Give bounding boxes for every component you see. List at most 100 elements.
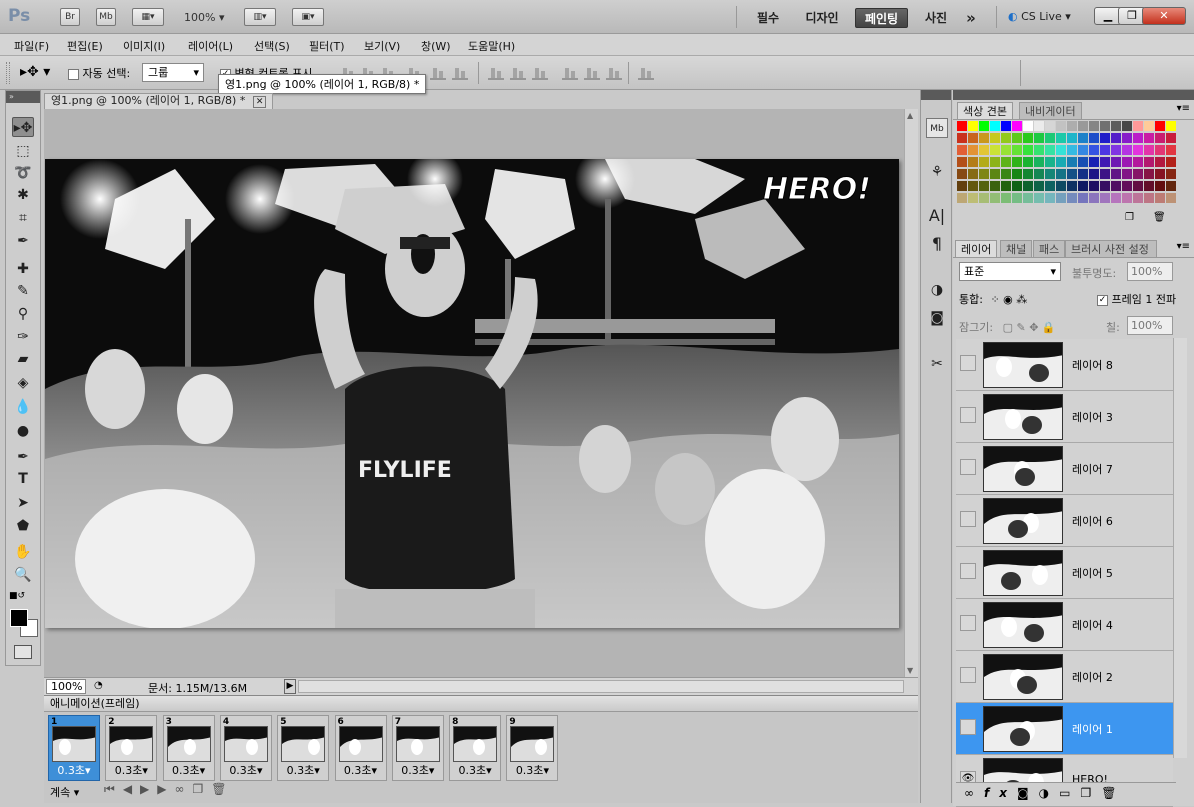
- color-swatch[interactable]: [1045, 145, 1055, 155]
- color-swatch[interactable]: [1023, 157, 1033, 167]
- menu-file[interactable]: 파일(F): [14, 38, 49, 54]
- layer-row[interactable]: 레이어 4: [956, 599, 1173, 651]
- move-tool-icon[interactable]: ▸✥: [12, 117, 34, 137]
- delete-frame-icon[interactable]: 🗑: [211, 782, 234, 796]
- color-swatch[interactable]: [1012, 193, 1022, 203]
- color-swatch[interactable]: [1089, 157, 1099, 167]
- color-swatch[interactable]: [1045, 157, 1055, 167]
- new-swatch-icon[interactable]: ❐: [1125, 212, 1134, 223]
- color-swatch[interactable]: [979, 193, 989, 203]
- add-mask-icon[interactable]: ◙: [1017, 786, 1039, 800]
- color-swatch[interactable]: [990, 169, 1000, 179]
- color-swatch[interactable]: [1056, 193, 1066, 203]
- screen-mode-button[interactable]: ▣▾: [292, 8, 324, 26]
- color-swatch[interactable]: [1067, 157, 1077, 167]
- color-swatch[interactable]: [1089, 169, 1099, 179]
- history-brush-tool-icon[interactable]: ✑: [12, 327, 34, 347]
- tab-swatches[interactable]: 색상 견본: [957, 102, 1013, 119]
- color-swatch[interactable]: [1045, 169, 1055, 179]
- animation-frame[interactable]: 6 0.3초▾: [334, 715, 387, 781]
- clone-source-icon[interactable]: ✂: [926, 354, 948, 374]
- color-swatch[interactable]: [1045, 133, 1055, 143]
- color-swatch[interactable]: [1001, 193, 1011, 203]
- visibility-toggle[interactable]: [960, 511, 976, 527]
- fill-field[interactable]: 100%: [1127, 316, 1173, 335]
- animation-frame[interactable]: 8 0.3초▾: [449, 715, 502, 781]
- zoom-tool-icon[interactable]: 🔍: [12, 565, 34, 585]
- close-window-button[interactable]: ✕: [1142, 7, 1186, 25]
- color-swatch[interactable]: [990, 145, 1000, 155]
- tab-paths[interactable]: 패스: [1033, 240, 1066, 257]
- color-swatch[interactable]: [1122, 193, 1132, 203]
- zoom-field[interactable]: 100%: [46, 679, 86, 694]
- color-swatch[interactable]: [1045, 193, 1055, 203]
- animation-frame[interactable]: 5 0.3초▾: [277, 715, 330, 781]
- eyedropper-tool-icon[interactable]: ✒: [12, 231, 34, 251]
- color-swatch[interactable]: [1078, 145, 1088, 155]
- color-swatch[interactable]: [979, 145, 989, 155]
- masks-icon[interactable]: ◙: [926, 308, 948, 328]
- color-swatch[interactable]: [1001, 181, 1011, 191]
- color-swatch[interactable]: [957, 145, 967, 155]
- lasso-tool-icon[interactable]: ➰: [12, 163, 34, 183]
- visibility-toggle[interactable]: [960, 563, 976, 579]
- color-swatch[interactable]: [1133, 133, 1143, 143]
- color-swatch[interactable]: [1155, 133, 1165, 143]
- auto-align-layers-icon[interactable]: [638, 66, 654, 80]
- document-horizontal-scrollbar[interactable]: [298, 680, 904, 693]
- quick-mask-icon[interactable]: [14, 645, 32, 659]
- color-swatch[interactable]: [968, 157, 978, 167]
- color-swatch[interactable]: [1133, 121, 1143, 131]
- unify-position-icon[interactable]: ⁘: [990, 293, 999, 306]
- unify-visibility-icon[interactable]: ◉: [1003, 293, 1013, 306]
- color-swatch[interactable]: [957, 169, 967, 179]
- lock-transparency-icon[interactable]: ▢: [1003, 321, 1013, 334]
- workspace-painting[interactable]: 페인팅: [855, 8, 908, 28]
- workspace-photography[interactable]: 사진: [918, 8, 954, 28]
- layer-row[interactable]: 레이어 3: [956, 391, 1173, 443]
- tab-channels[interactable]: 채널: [1000, 240, 1033, 257]
- color-swatch[interactable]: [957, 181, 967, 191]
- tools-collapse-icon[interactable]: »: [6, 91, 40, 103]
- bridge-button[interactable]: Br: [60, 8, 80, 26]
- color-swatch[interactable]: [957, 133, 967, 143]
- color-swatch[interactable]: [1166, 133, 1176, 143]
- color-swatch[interactable]: [1155, 193, 1165, 203]
- layer-row[interactable]: 레이어 8: [956, 339, 1173, 391]
- color-swatch[interactable]: [990, 181, 1000, 191]
- marquee-tool-icon[interactable]: ⬚: [12, 141, 34, 161]
- visibility-toggle[interactable]: [960, 459, 976, 475]
- propagate-checkbox[interactable]: ✓: [1097, 294, 1108, 306]
- color-swatch[interactable]: [1166, 181, 1176, 191]
- color-swatch[interactable]: [1034, 169, 1044, 179]
- color-swatch[interactable]: [1111, 133, 1121, 143]
- color-swatch[interactable]: [1100, 193, 1110, 203]
- clone-stamp-tool-icon[interactable]: ⚲: [12, 304, 34, 324]
- color-swatch[interactable]: [1001, 133, 1011, 143]
- color-swatch[interactable]: [1111, 181, 1121, 191]
- brush-tool-icon[interactable]: ✎: [12, 281, 34, 301]
- color-swatch[interactable]: [1034, 193, 1044, 203]
- color-swatch[interactable]: [1144, 169, 1154, 179]
- color-swatch[interactable]: [1100, 157, 1110, 167]
- color-swatch[interactable]: [1111, 121, 1121, 131]
- color-swatch[interactable]: [1067, 145, 1077, 155]
- align-right-icon[interactable]: [452, 66, 468, 80]
- color-swatch[interactable]: [968, 181, 978, 191]
- tab-brush-presets[interactable]: 브러시 사전 설정: [1065, 240, 1157, 257]
- color-swatch[interactable]: [1089, 145, 1099, 155]
- color-swatch[interactable]: [979, 181, 989, 191]
- color-swatch[interactable]: [1001, 145, 1011, 155]
- default-colors-icon[interactable]: ■↺: [9, 591, 25, 601]
- color-swatch[interactable]: [1089, 133, 1099, 143]
- visibility-toggle[interactable]: [960, 615, 976, 631]
- color-swatch[interactable]: [1045, 181, 1055, 191]
- adjustment-layer-icon[interactable]: ◑: [1039, 786, 1059, 800]
- color-swatch[interactable]: [968, 145, 978, 155]
- color-swatch[interactable]: [1067, 133, 1077, 143]
- color-swatch[interactable]: [1166, 157, 1176, 167]
- color-swatch[interactable]: [1144, 157, 1154, 167]
- menu-view[interactable]: 보기(V): [364, 38, 400, 54]
- arrange-documents-button[interactable]: ▥▾: [244, 8, 276, 26]
- frame-delay-dropdown[interactable]: 0.3초▾: [278, 762, 328, 778]
